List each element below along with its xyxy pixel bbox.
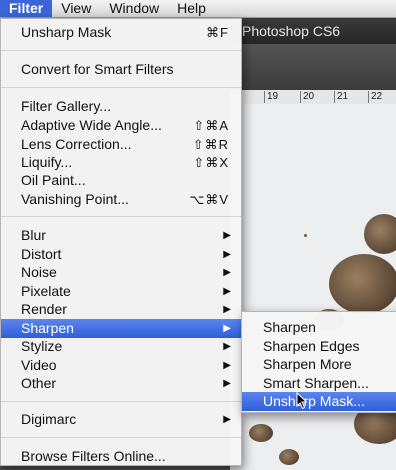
shortcut-label: ⌘F — [206, 25, 229, 40]
shortcut-label: ⇧⌘A — [193, 118, 229, 133]
menu-item-video[interactable]: Video ▶ — [1, 356, 241, 375]
submenu-arrow-icon: ▶ — [223, 323, 231, 334]
submenu-item-smart-sharpen[interactable]: Smart Sharpen... — [242, 374, 396, 393]
menu-item-vanishing-point[interactable]: Vanishing Point... ⌥⌘V — [1, 190, 241, 209]
submenu-item-unsharp-mask[interactable]: Unsharp Mask... — [242, 392, 396, 411]
submenu-arrow-icon: ▶ — [223, 249, 231, 260]
ruler-tick: 22 — [368, 91, 382, 103]
options-bar — [230, 44, 396, 91]
menu-item-sharpen[interactable]: Sharpen ▶ — [1, 319, 241, 338]
submenu-arrow-icon: ▶ — [223, 230, 231, 241]
submenu-arrow-icon: ▶ — [223, 286, 231, 297]
arrow-pointer-icon — [296, 392, 308, 410]
ruler-tick: 21 — [334, 91, 348, 103]
menu-item-adaptive-wide-angle[interactable]: Adaptive Wide Angle... ⇧⌘A — [1, 116, 241, 135]
soil-pile — [329, 254, 396, 314]
menu-separator — [1, 216, 241, 217]
menu-item-lens-correction[interactable]: Lens Correction... ⇧⌘R — [1, 135, 241, 154]
soil-pile — [249, 424, 273, 442]
soil-pile — [364, 214, 396, 254]
menu-item-digimarc[interactable]: Digimarc ▶ — [1, 410, 241, 429]
ruler-tick: 20 — [300, 91, 314, 103]
window-title: Photoshop CS6 — [230, 18, 396, 44]
menu-item-pixelate[interactable]: Pixelate ▶ — [1, 282, 241, 301]
menu-bar: Filter View Window Help — [0, 0, 396, 18]
submenu-arrow-icon: ▶ — [223, 360, 231, 371]
submenu-item-sharpen-more[interactable]: Sharpen More — [242, 355, 396, 374]
submenu-item-sharpen-edges[interactable]: Sharpen Edges — [242, 337, 396, 356]
horizontal-ruler: 19 20 21 22 — [230, 90, 396, 105]
soil-speck — [304, 234, 307, 237]
submenu-arrow-icon: ▶ — [223, 414, 231, 425]
menu-separator — [1, 50, 241, 51]
shortcut-label: ⇧⌘X — [193, 155, 229, 170]
menu-item-unsharp-mask-last[interactable]: Unsharp Mask ⌘F — [1, 23, 241, 42]
soil-pile — [279, 449, 299, 465]
menu-separator — [1, 87, 241, 88]
menu-help[interactable]: Help — [168, 0, 215, 17]
shortcut-label: ⇧⌘R — [192, 137, 229, 152]
menu-item-oil-paint[interactable]: Oil Paint... — [1, 171, 241, 190]
menu-separator — [1, 401, 241, 402]
menu-view[interactable]: View — [52, 0, 100, 17]
filter-menu: Unsharp Mask ⌘F Convert for Smart Filter… — [0, 18, 242, 466]
menu-filter[interactable]: Filter — [0, 0, 53, 17]
menu-item-blur[interactable]: Blur ▶ — [1, 226, 241, 245]
menu-item-filter-gallery[interactable]: Filter Gallery... — [1, 97, 241, 116]
menu-item-stylize[interactable]: Stylize ▶ — [1, 337, 241, 356]
shortcut-label: ⌥⌘V — [189, 192, 229, 207]
menu-window[interactable]: Window — [100, 0, 168, 17]
menu-item-noise[interactable]: Noise ▶ — [1, 263, 241, 282]
submenu-arrow-icon: ▶ — [223, 378, 231, 389]
submenu-arrow-icon: ▶ — [223, 267, 231, 278]
menu-item-render[interactable]: Render ▶ — [1, 300, 241, 319]
submenu-arrow-icon: ▶ — [223, 341, 231, 352]
submenu-item-sharpen[interactable]: Sharpen — [242, 318, 396, 337]
menu-item-other[interactable]: Other ▶ — [1, 374, 241, 393]
menu-item-convert-smart-filters[interactable]: Convert for Smart Filters — [1, 60, 241, 79]
menu-separator — [1, 437, 241, 438]
menu-item-browse-filters-online[interactable]: Browse Filters Online... — [1, 447, 241, 466]
menu-item-distort[interactable]: Distort ▶ — [1, 245, 241, 264]
ruler-tick: 19 — [264, 91, 278, 103]
menu-item-liquify[interactable]: Liquify... ⇧⌘X — [1, 153, 241, 172]
sharpen-submenu: Sharpen Sharpen Edges Sharpen More Smart… — [241, 311, 396, 413]
submenu-arrow-icon: ▶ — [223, 304, 231, 315]
document-canvas[interactable] — [244, 104, 396, 470]
